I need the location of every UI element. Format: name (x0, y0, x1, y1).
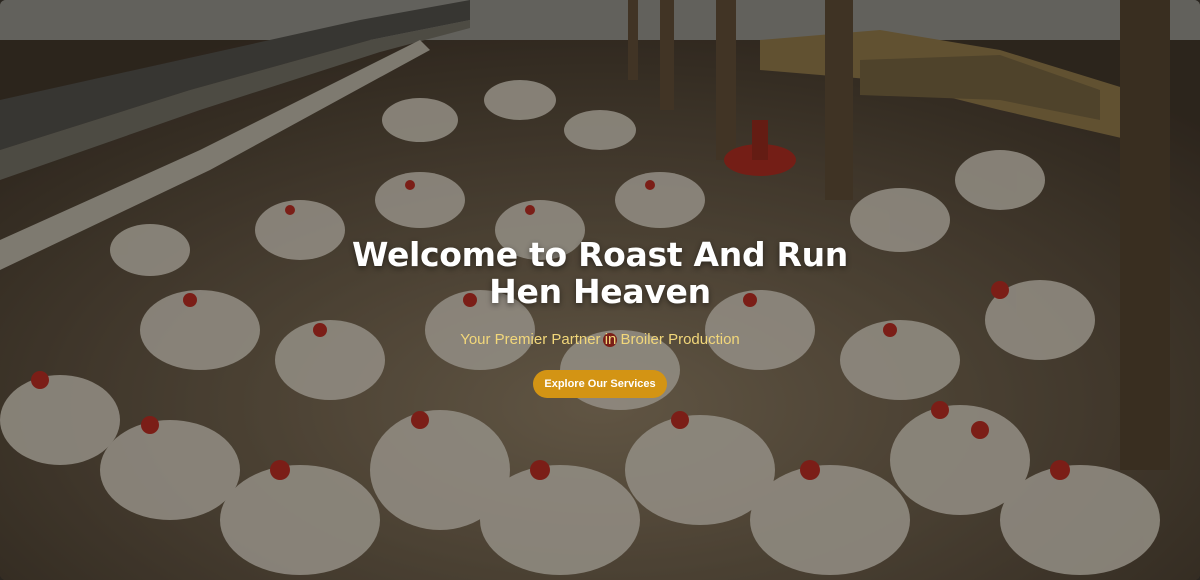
explore-services-button[interactable]: Explore Our Services (533, 370, 667, 398)
hero-section: Welcome to Roast And Run Hen Heaven Your… (0, 0, 1200, 580)
hero-title: Welcome to Roast And Run Hen Heaven (352, 235, 848, 311)
hero-subtitle: Your Premier Partner in Broiler Producti… (460, 331, 740, 348)
hero-content: Welcome to Roast And Run Hen Heaven Your… (0, 0, 1200, 580)
